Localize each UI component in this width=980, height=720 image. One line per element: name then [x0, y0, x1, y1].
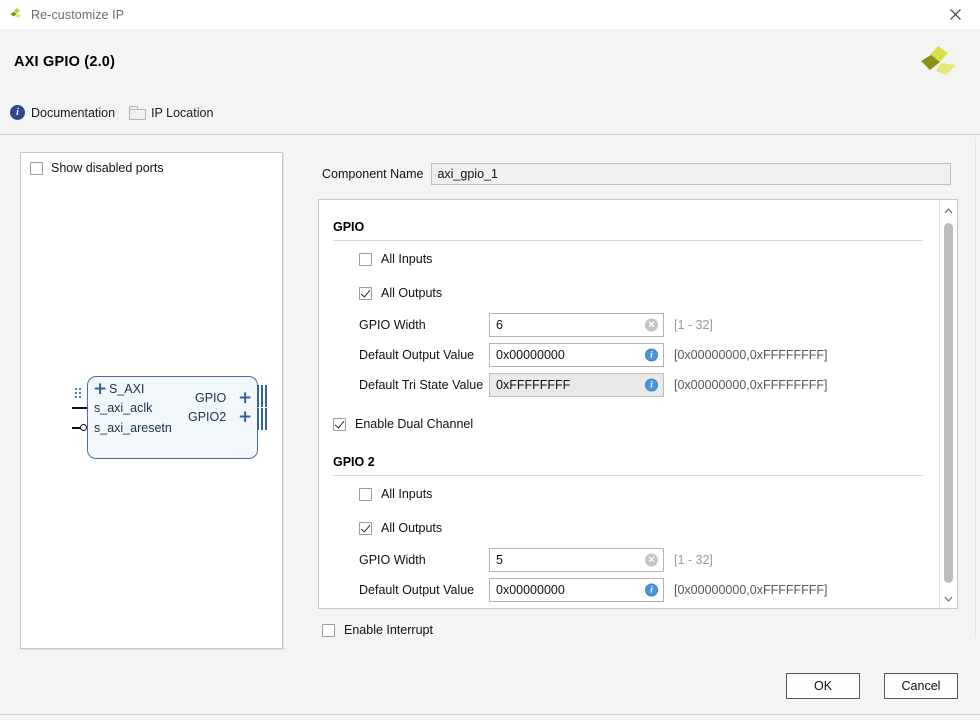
gpio-width-hint: [1 - 32]	[674, 318, 713, 332]
gpio2-default-output-field[interactable]: i	[489, 578, 664, 602]
xilinx-logo	[916, 44, 958, 84]
s-axi-bus-marker	[75, 388, 83, 399]
gpio-default-output-hint: [0x00000000,0xFFFFFFFF]	[674, 348, 828, 362]
gpio-bus-marker	[257, 385, 271, 407]
documentation-label: Documentation	[31, 105, 116, 120]
gpio-default-output-field[interactable]: i	[489, 343, 664, 367]
gpio-all-inputs-label: All Inputs	[381, 252, 433, 266]
page-title: AXI GPIO (2.0)	[14, 54, 116, 70]
gpio2-default-output-hint: [0x00000000,0xFFFFFFFF]	[674, 583, 828, 597]
gpio2-section-title: GPIO 2	[333, 455, 375, 469]
info-icon[interactable]: i	[645, 583, 658, 597]
show-disabled-ports-checkbox[interactable]	[30, 161, 43, 175]
dialog-buttons: OK Cancel	[786, 673, 958, 699]
gpio2-expand-icon[interactable]: +	[238, 409, 252, 426]
folder-icon	[129, 106, 147, 120]
gpio-section-rule	[333, 240, 923, 241]
gpio2-all-outputs-label: All Outputs	[381, 521, 443, 535]
footer-divider	[0, 714, 980, 715]
gpio-all-inputs-checkbox[interactable]	[359, 252, 372, 266]
port-label-s-axi: S_AXI	[109, 382, 145, 396]
gpio-all-outputs-label: All Outputs	[381, 286, 443, 300]
gpio-default-tristate-field[interactable]: i	[489, 373, 664, 397]
gpio2-default-output-row: Default Output Value i [0x00000000,0xFFF…	[359, 578, 828, 602]
gpio2-all-inputs-checkbox[interactable]	[359, 487, 372, 501]
info-icon: i	[10, 105, 25, 120]
gpio2-default-output-label: Default Output Value	[359, 583, 475, 597]
s-axi-aresetn-invert-icon	[80, 424, 87, 431]
show-disabled-ports-label: Show disabled ports	[51, 161, 164, 175]
s-axi-aclk-pin	[72, 407, 87, 409]
gpio2-width-input[interactable]	[496, 553, 638, 567]
gpio-width-row: GPIO Width ✕ [1 - 32]	[359, 313, 713, 337]
ok-button[interactable]: OK	[786, 673, 860, 699]
gpio-default-tristate-label: Default Tri State Value	[359, 378, 484, 392]
outer-scroll-edge[interactable]	[975, 137, 980, 637]
gpio-width-input[interactable]	[496, 318, 638, 332]
header-links: i Documentation IP Location	[10, 105, 213, 120]
ip-settings-content: GPIO All Inputs All Outputs GPIO Width ✕…	[319, 200, 941, 608]
gpio-default-output-input[interactable]	[496, 348, 638, 362]
scroll-up-icon[interactable]	[940, 203, 956, 219]
gpio-width-label: GPIO Width	[359, 318, 426, 332]
info-icon[interactable]: i	[645, 378, 658, 392]
gpio-default-output-label: Default Output Value	[359, 348, 475, 362]
gpio2-bus-marker	[257, 408, 271, 430]
component-name-row: Component Name	[322, 163, 952, 185]
component-name-input[interactable]	[431, 163, 952, 185]
ip-settings-scroll-area: GPIO All Inputs All Outputs GPIO Width ✕…	[318, 199, 958, 609]
gpio2-default-output-input[interactable]	[496, 583, 638, 597]
settings-scrollbar[interactable]	[939, 201, 956, 608]
port-label-gpio2: GPIO2	[188, 410, 227, 424]
show-disabled-ports-row[interactable]: Show disabled ports	[30, 161, 164, 175]
scroll-down-icon[interactable]	[940, 591, 956, 607]
port-label-s-axi-aresetn: s_axi_aresetn	[94, 421, 172, 435]
gpio2-width-row: GPIO Width ✕ [1 - 32]	[359, 548, 713, 572]
gpio2-all-inputs-row[interactable]: All Inputs	[359, 487, 432, 501]
enable-dual-channel-row[interactable]: Enable Dual Channel	[333, 417, 473, 431]
gpio2-section-rule	[333, 475, 923, 476]
gpio2-width-label: GPIO Width	[359, 553, 426, 567]
documentation-link[interactable]: i Documentation	[10, 105, 115, 120]
info-icon[interactable]: i	[645, 348, 658, 362]
clear-icon[interactable]: ✕	[645, 318, 658, 332]
component-name-label: Component Name	[322, 167, 424, 181]
gpio-default-tristate-input[interactable]	[496, 378, 638, 392]
re-customize-ip-dialog: Re-customize IP AXI GPIO (2.0) i Documen…	[0, 0, 980, 720]
gpio2-all-outputs-row[interactable]: All Outputs	[359, 521, 442, 535]
cancel-button[interactable]: Cancel	[884, 673, 958, 699]
gpio-expand-icon[interactable]: +	[238, 390, 252, 407]
close-icon[interactable]	[936, 0, 974, 29]
gpio-all-outputs-row[interactable]: All Outputs	[359, 286, 442, 300]
enable-interrupt-row[interactable]: Enable Interrupt	[322, 623, 433, 637]
gpio2-width-field[interactable]: ✕	[489, 548, 664, 572]
gpio2-all-inputs-label: All Inputs	[381, 487, 433, 501]
gpio-default-tristate-hint: [0x00000000,0xFFFFFFFF]	[674, 378, 828, 392]
ip-symbol: + S_AXI s_axi_aclk s_axi_aresetn GPIO + …	[54, 366, 269, 466]
gpio-width-field[interactable]: ✕	[489, 313, 664, 337]
enable-dual-channel-label: Enable Dual Channel	[355, 417, 474, 431]
gpio-all-inputs-row[interactable]: All Inputs	[359, 252, 432, 266]
port-label-s-axi-aclk: s_axi_aclk	[94, 401, 153, 415]
gpio-default-tristate-row: Default Tri State Value i [0x00000000,0x…	[359, 373, 828, 397]
gpio2-all-outputs-checkbox[interactable]	[359, 521, 372, 535]
gpio-default-output-row: Default Output Value i [0x00000000,0xFFF…	[359, 343, 828, 367]
gpio-all-outputs-checkbox[interactable]	[359, 286, 372, 300]
window-title: Re-customize IP	[31, 7, 125, 22]
enable-interrupt-label: Enable Interrupt	[344, 623, 433, 637]
port-label-gpio: GPIO	[195, 391, 227, 405]
enable-interrupt-checkbox[interactable]	[322, 623, 335, 637]
enable-dual-channel-checkbox[interactable]	[333, 417, 346, 431]
ip-location-link[interactable]: IP Location	[129, 106, 213, 120]
xilinx-logo-icon	[8, 7, 24, 23]
gpio-section-title: GPIO	[333, 220, 365, 234]
port-diagram-panel: Show disabled ports + S_AXI s_axi_aclk s…	[20, 152, 283, 649]
scrollbar-thumb[interactable]	[944, 223, 953, 583]
s-axi-expand-icon[interactable]: +	[93, 381, 107, 398]
ip-location-label: IP Location	[151, 105, 214, 120]
dialog-header: AXI GPIO (2.0) i Documentation IP Locati…	[0, 29, 980, 135]
clear-icon[interactable]: ✕	[645, 553, 658, 567]
title-bar: Re-customize IP	[0, 0, 980, 30]
gpio2-width-hint: [1 - 32]	[674, 553, 713, 567]
